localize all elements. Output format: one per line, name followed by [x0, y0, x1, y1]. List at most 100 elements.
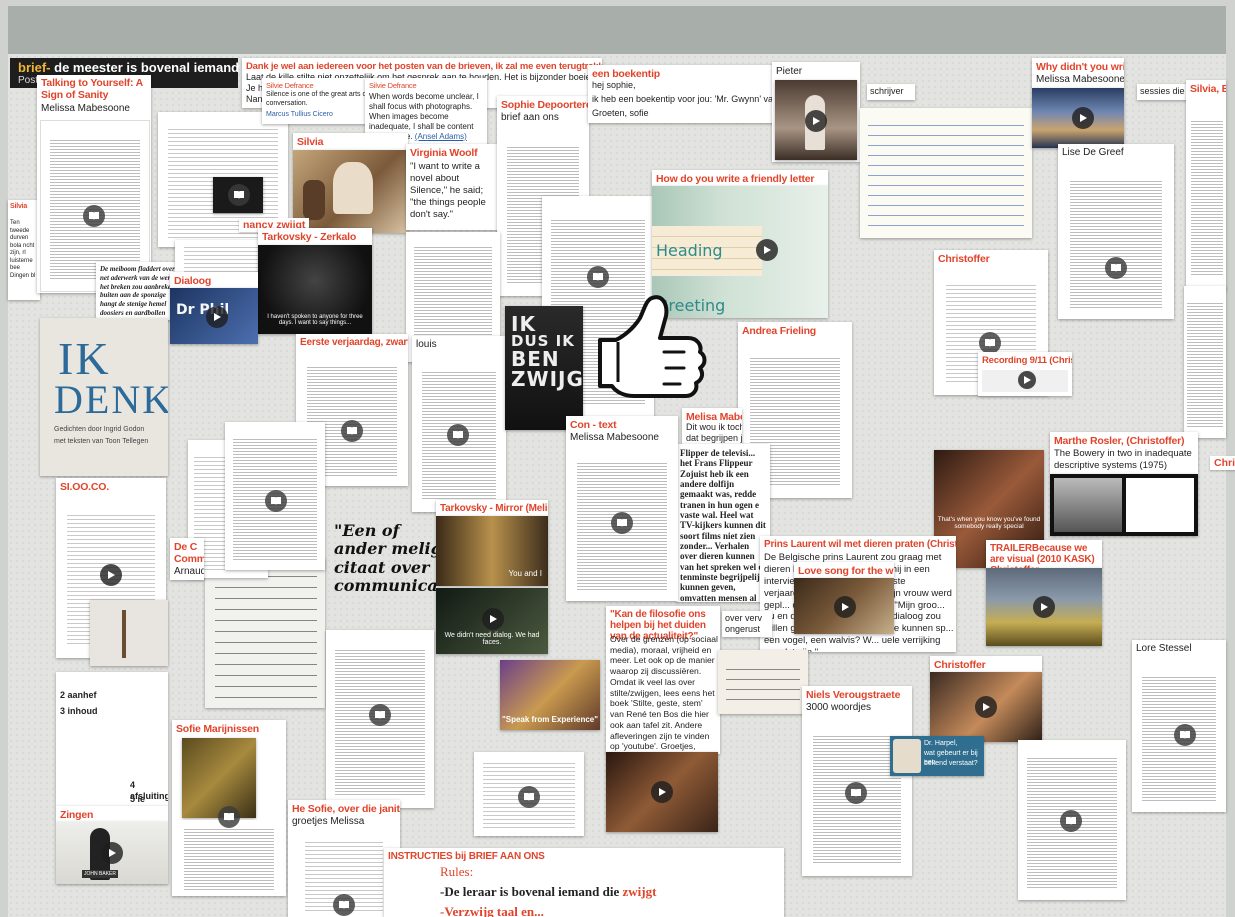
post-silvia-brant-doc[interactable]	[1184, 286, 1226, 438]
post-recording-911[interactable]: Recording 9/11 (Christoffer)	[978, 352, 1072, 396]
heading-word: Heading	[656, 241, 723, 260]
post-zingen[interactable]: Zingen JOHN BAKER	[56, 806, 168, 884]
post-doc-bottom-right[interactable]	[1018, 740, 1126, 900]
post-marthe-rosler[interactable]: Marthe Rosler, (Christoffer) The Bowery …	[1050, 432, 1198, 536]
post-kan-de-filosofie[interactable]: "Kan de filosofie ons helpen bij het dui…	[606, 606, 720, 754]
zwijg-line-3: BEN	[511, 347, 560, 371]
post-title: SI.OO.CO.	[60, 481, 109, 493]
padlet-wall-screenshot: brief- de meester is bovenal iemand die …	[0, 0, 1235, 917]
post-brief-structuur[interactable]: 2 aanhef 3 inhoud 4 afsluiting 5 ie naam	[56, 672, 168, 806]
post-melig-citaat[interactable]: "Een of ander melig citaat over communic…	[328, 518, 440, 594]
post-title: Dank je wel aan iedereen voor het posten…	[246, 61, 602, 72]
post-doc-middle-bottom[interactable]	[326, 630, 434, 808]
post-silvia-horse[interactable]: Silvia	[293, 133, 408, 233]
post-virginia-woolf[interactable]: Virginia Woolf "I want to write a novel …	[406, 144, 498, 230]
post-handwritten-letter-blue[interactable]	[860, 108, 1032, 238]
play-icon[interactable]	[651, 781, 673, 803]
post-lore-stessel[interactable]: Lore Stessel	[1132, 640, 1226, 812]
post-christoffer-portrait[interactable]: Christoffer	[930, 656, 1042, 742]
post-christoffer-edge[interactable]: Chri	[1210, 456, 1235, 470]
post-subtitle-2: descriptive systems (1975)	[1054, 460, 1167, 471]
app-top-bar	[8, 6, 1226, 54]
book-icon	[218, 806, 240, 828]
post-title: een boekentip	[592, 68, 660, 80]
post-title: Christoffer	[934, 659, 986, 671]
post-speak-from-experience[interactable]: "Speak from Experience"	[500, 660, 600, 730]
post-louis[interactable]: louis	[412, 336, 506, 512]
post-lise-de-greef[interactable]: Lise De Greef	[1058, 144, 1174, 319]
post-talking-to-yourself[interactable]: Talking to Yourself: A Sign of Sanity Me…	[37, 75, 151, 293]
post-title: Tarkovsky - Zerkalo	[262, 231, 357, 243]
post-headphones-video[interactable]	[606, 752, 718, 832]
post-title: Tarkovsky - Mirror (Melissa M.)	[440, 503, 548, 514]
post-author: Arnaud V	[174, 566, 204, 577]
post-doc-lower-center[interactable]	[474, 752, 584, 836]
thumbs-up-icon[interactable]	[590, 292, 710, 410]
play-icon[interactable]	[756, 239, 778, 261]
book-icon	[845, 782, 867, 804]
post-title: Andrea Frieling	[742, 325, 817, 337]
post-sofie-marijnissen[interactable]: Sofie Marijnissen	[172, 720, 286, 896]
post-body: schrijver	[870, 86, 904, 96]
post-tarkovsky-zerkalo[interactable]: Tarkovsky - Zerkalo I haven't spoken to …	[258, 228, 372, 334]
zwijg-line-4: ZWIJG.	[511, 367, 583, 391]
play-icon[interactable]	[1033, 596, 1055, 618]
post-why-didnt-you-write[interactable]: Why didn't you write me Melissa Mabesoon…	[1032, 58, 1124, 148]
post-instructies[interactable]: INSTRUCTIES bij BRIEF AAN ONS Rules: -De…	[384, 848, 784, 917]
post-boekentip[interactable]: een boekentip hej sophie, ik heb een boe…	[588, 65, 778, 123]
post-con-text[interactable]: Con - text Melissa Mabesoone	[566, 416, 678, 601]
post-dr-harpel[interactable]: Dr. Harpel, wat gebeurt er bij een beken…	[890, 736, 984, 776]
post-over-verv-fragment[interactable]: over verv ongerust	[722, 611, 772, 637]
post-trailer-because-visual[interactable]: TRAILERBecause we are visual (2010 KASK)…	[986, 540, 1102, 646]
play-icon[interactable]	[834, 596, 856, 618]
post-title: Con - text	[570, 419, 617, 431]
rule-1-highlight: zwijgt	[622, 884, 657, 899]
post-body: De meiboom fladdert over net aderwerk va…	[100, 265, 179, 317]
post-pieter[interactable]: Pieter	[772, 62, 860, 162]
post-title-2: Comm	[174, 553, 204, 565]
post-doc-behind-quote[interactable]	[225, 422, 325, 570]
play-icon[interactable]	[805, 110, 827, 132]
post-sessies-fragment[interactable]: sessies die	[1137, 84, 1189, 100]
play-icon[interactable]	[1072, 107, 1094, 129]
post-body-3: Nan	[246, 94, 263, 104]
list-item-1: 2 aanhef	[60, 690, 97, 700]
book-icon	[1105, 257, 1127, 279]
play-icon[interactable]	[1018, 371, 1036, 389]
post-tarkovsky-mirror[interactable]: Tarkovsky - Mirror (Melissa M.) You and …	[436, 500, 548, 654]
person-shape	[303, 180, 325, 220]
play-icon[interactable]	[101, 842, 123, 864]
post-silvie-cicero[interactable]: Silvie Defrance Silence is one of the gr…	[262, 78, 380, 124]
post-chair-photo[interactable]	[90, 600, 168, 666]
avatar	[893, 739, 921, 773]
post-melisa-mabesoone[interactable]: Melisa Mabesoo Dit wou ik toch dat begri…	[682, 408, 742, 444]
post-de-communicatie[interactable]: De C Comm Arnaud V	[170, 538, 204, 580]
video-thumbnail: I haven't spoken to anyone for three day…	[258, 245, 372, 334]
ansel-adams-link[interactable]: (Ansel Adams)	[415, 132, 467, 141]
post-love-song-whales[interactable]: Love song for the whales.	[794, 562, 894, 634]
post-ik-denk-book[interactable]: IK DENK Gedichten door Ingrid Godon met …	[40, 318, 168, 476]
handwriting-lines	[868, 116, 1024, 230]
post-scribbled-note[interactable]	[718, 650, 808, 714]
handwriting-lines	[726, 660, 800, 704]
play-icon[interactable]	[975, 696, 997, 718]
horse-shape	[333, 162, 373, 214]
book-icon	[611, 512, 633, 534]
quote-attribution-link[interactable]: Marcus Tullius Cicero	[266, 111, 333, 120]
post-niels-verougstraete[interactable]: Niels Verougstraete 3000 woordjes	[802, 686, 912, 876]
post-silvia-brief[interactable]: Silvia, Brie	[1186, 80, 1226, 290]
post-silvia-left[interactable]: Silvia Ten tweede durven bola ncht zijn,…	[8, 200, 40, 300]
play-icon[interactable]	[206, 306, 228, 328]
post-title: Silvia, Brie	[1190, 83, 1226, 95]
play-icon[interactable]	[100, 564, 122, 586]
wall-title-prefix: brief-	[18, 60, 55, 75]
play-icon[interactable]	[482, 608, 504, 630]
post-dialoog[interactable]: Dialoog Dr Phil	[170, 272, 258, 344]
post-flipper-text[interactable]: Flipper de televisi... het Frans Flippeu…	[676, 444, 770, 602]
book-icon	[1174, 724, 1196, 746]
post-title: louis	[416, 339, 437, 350]
post-schrijver-fragment[interactable]: schrijver	[867, 84, 915, 100]
image-pair	[1050, 474, 1198, 536]
post-zwijg-image[interactable]: IK DUS IK BEN ZWIJG.	[505, 306, 583, 430]
post-handwritten-pencil[interactable]	[205, 558, 325, 708]
